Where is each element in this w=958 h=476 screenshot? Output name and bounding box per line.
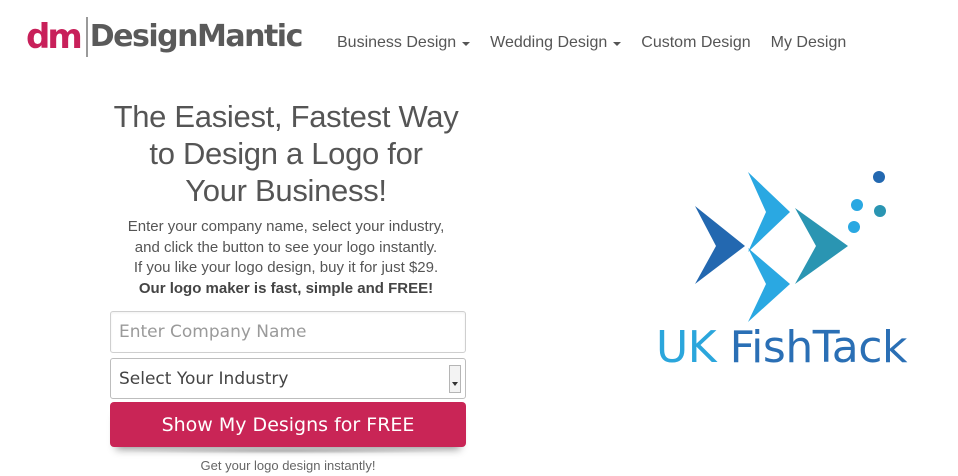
brand-name-part2: FishTack [729,322,908,373]
sample-brand-name: UK FishTack [656,322,907,375]
hero-headline: The Easiest, Fastest Way to Design a Log… [100,98,472,209]
description-line: and click the button to see your logo in… [134,238,438,256]
bubble-icon [873,171,885,183]
nav-custom-design-label: Custom Design [641,34,751,51]
hero-section: The Easiest, Fastest Way to Design a Log… [100,98,472,299]
company-name-field [110,311,466,353]
fish-head [795,208,848,284]
description-line: If you like your logo design, buy it for… [133,259,439,276]
headline-line: The Easiest, Fastest Way [113,99,459,134]
cta-note: Get your logo design instantly! [200,458,376,473]
industry-select-value: Select Your Industry [119,368,289,389]
nav-business-design[interactable]: Business Design [337,34,471,52]
main-nav: Business Design Wedding Design Custom De… [337,34,866,52]
chevron-down-icon [462,42,471,46]
fish-fin-back [695,206,745,284]
fish-logo-icon [695,171,886,322]
show-designs-button[interactable]: Show My Designs for FREE [110,402,466,447]
nav-wedding-design[interactable]: Wedding Design [490,34,622,52]
select-arrow-icon [449,365,461,393]
industry-select[interactable]: Select Your Industry [110,358,466,399]
chevron-down-icon [613,42,622,46]
nav-wedding-design-label: Wedding Design [490,34,608,51]
nav-custom-design[interactable]: Custom Design [641,34,750,52]
bubble-icon [874,205,886,217]
logo-divider [85,17,88,57]
designmantic-logo[interactable]: dm DesignMantic [26,12,304,62]
nav-my-design-label: My Design [770,34,847,51]
logo-text: DesignMantic [89,19,304,54]
bubble-icon [848,221,860,233]
company-name-input[interactable] [111,312,465,352]
headline-line: Your Business! [185,173,387,208]
brand-name-part1: UK [656,322,717,373]
button-shadow [120,448,456,454]
fish-body-upper [748,172,790,252]
hero-description: Enter your company name, select your ind… [100,217,472,299]
description-line: Enter your company name, select your ind… [127,218,445,235]
fish-body-lower [748,248,790,322]
description-bold-line: Our logo maker is fast, simple and FREE! [138,279,434,297]
bubble-icon [851,199,863,211]
nav-my-design[interactable]: My Design [771,34,847,52]
logo-mark: dm [26,17,83,57]
nav-business-design-label: Business Design [337,34,457,51]
headline-line: to Design a Logo for [149,136,423,171]
